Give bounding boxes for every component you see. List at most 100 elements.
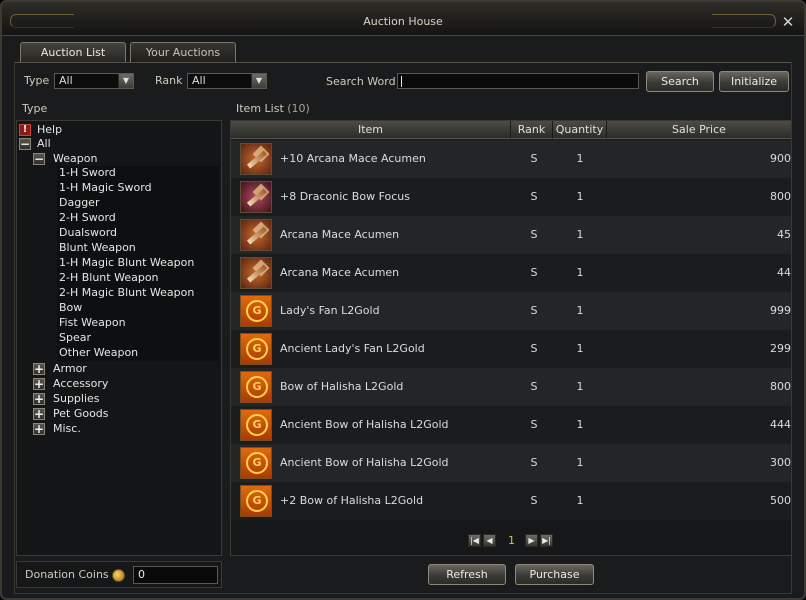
item-quantity: 1 [576, 152, 584, 165]
item-rank: S [530, 228, 538, 241]
item-row[interactable]: Arcana Mace Acumen S 1 45 [231, 216, 791, 254]
expand-icon[interactable]: + [33, 363, 45, 375]
item-price: 444 [770, 418, 791, 431]
column-header-rank[interactable]: Rank [511, 121, 553, 139]
chevron-down-icon[interactable]: ▼ [118, 74, 133, 88]
tree-leaf-row[interactable]: Dagger [57, 196, 219, 211]
expand-icon[interactable]: + [33, 408, 45, 420]
tree-leaf-row[interactable]: Blunt Weapon [57, 241, 219, 256]
item-row[interactable]: G Ancient Bow of Halisha L2Gold S 1 300 [231, 444, 791, 482]
item-quantity: 1 [576, 266, 584, 279]
item-row[interactable]: G +2 Bow of Halisha L2Gold S 1 500 [231, 482, 791, 520]
tree-item-misc[interactable]: Misc. [53, 422, 81, 436]
tree-leaf-label: Bow [59, 301, 83, 314]
tree-leaf-label: Fist Weapon [59, 316, 126, 329]
type-filter-select[interactable]: All ▼ [54, 73, 134, 89]
expand-icon[interactable]: + [33, 378, 45, 390]
tab-your-auctions[interactable]: Your Auctions [130, 42, 236, 62]
chevron-down-icon[interactable]: ▼ [251, 74, 266, 88]
l2gold-icon: G [240, 447, 272, 479]
current-page: 1 [508, 534, 515, 547]
expand-icon[interactable]: + [33, 423, 45, 435]
item-rank: S [530, 418, 538, 431]
tree-leaf-row[interactable]: 2-H Sword [57, 211, 219, 226]
item-quantity: 1 [576, 418, 584, 431]
help-icon[interactable]: ! [19, 124, 31, 136]
column-header-quantity[interactable]: Quantity [553, 121, 607, 139]
tree-leaf-row[interactable]: Spear [57, 331, 219, 346]
type-tree-panel: ! Help − All − Weapon 1-H Sword 1-H Magi… [16, 120, 222, 556]
search-button[interactable]: Search [646, 71, 714, 92]
tree-leaf-row[interactable]: Other Weapon [57, 346, 219, 361]
tree-item-accessory[interactable]: Accessory [53, 377, 108, 391]
refresh-button[interactable]: Refresh [428, 564, 506, 585]
initialize-button[interactable]: Initialize [719, 71, 789, 92]
item-row[interactable]: +10 Arcana Mace Acumen S 1 900 [231, 140, 791, 178]
tree-leaf-row[interactable]: 1-H Magic Sword [57, 181, 219, 196]
collapse-icon[interactable]: − [19, 138, 31, 150]
tree-leaf-row[interactable]: Bow [57, 301, 219, 316]
item-name: Arcana Mace Acumen [280, 266, 400, 279]
donation-coins-label: Donation Coins [25, 568, 109, 581]
item-row[interactable]: G Ancient Bow of Halisha L2Gold S 1 444 [231, 406, 791, 444]
item-price: 800 [770, 380, 791, 393]
tree-leaf-label: Blunt Weapon [59, 241, 136, 254]
column-header-item[interactable]: Item [231, 121, 511, 139]
tree-leaf-row[interactable]: 2-H Magic Blunt Weapon [57, 286, 219, 301]
item-row[interactable]: +8 Draconic Bow Focus S 1 800 [231, 178, 791, 216]
last-page-icon[interactable]: ▶| [540, 534, 553, 547]
item-name: Bow of Halisha L2Gold [280, 380, 404, 393]
purchase-button[interactable]: Purchase [515, 564, 594, 585]
item-rank: S [530, 380, 538, 393]
tree-item-help[interactable]: Help [37, 123, 62, 137]
item-row[interactable]: G Bow of Halisha L2Gold S 1 800 [231, 368, 791, 406]
item-list-count: (10) [287, 102, 310, 115]
tree-item-all[interactable]: All [37, 137, 51, 151]
title-bar[interactable]: Auction House ✕ [2, 2, 804, 36]
first-page-icon[interactable]: |◀ [468, 534, 481, 547]
item-quantity: 1 [576, 228, 584, 241]
donation-coins-field[interactable]: 0 [133, 566, 218, 584]
item-rank: S [530, 456, 538, 469]
prev-page-icon[interactable]: ◀ [483, 534, 496, 547]
tree-leaf-row[interactable]: Dualsword [57, 226, 219, 241]
tree-leaf-row[interactable]: 1-H Magic Blunt Weapon [57, 256, 219, 271]
search-input[interactable] [397, 73, 639, 89]
tree-leaf-label: 2-H Sword [59, 211, 116, 224]
next-page-icon[interactable]: ▶ [525, 534, 538, 547]
rank-filter-select[interactable]: All ▼ [187, 73, 267, 89]
expand-icon[interactable]: + [33, 393, 45, 405]
item-row[interactable]: Arcana Mace Acumen S 1 44 [231, 254, 791, 292]
item-price: 300 [770, 456, 791, 469]
tree-item-weapon[interactable]: Weapon [53, 152, 97, 166]
item-rank: S [530, 266, 538, 279]
tree-item-armor[interactable]: Armor [53, 362, 87, 376]
rank-filter-label: Rank [155, 74, 183, 87]
l2gold-icon: G [240, 371, 272, 403]
tree-item-pet-goods[interactable]: Pet Goods [53, 407, 109, 421]
tree-leaf-row[interactable]: Fist Weapon [57, 316, 219, 331]
auction-house-window: Auction House ✕ Auction List Your Auctio… [0, 0, 806, 600]
item-rank: S [530, 152, 538, 165]
close-icon[interactable]: ✕ [781, 15, 795, 30]
search-word-label: Search Word [326, 75, 396, 88]
l2gold-icon: G [240, 409, 272, 441]
item-price: 500 [770, 494, 791, 507]
item-row[interactable]: G Lady's Fan L2Gold S 1 999 [231, 292, 791, 330]
collapse-icon[interactable]: − [33, 153, 45, 165]
item-rank: S [530, 190, 538, 203]
tree-leaf-row[interactable]: 2-H Blunt Weapon [57, 271, 219, 286]
item-name: +10 Arcana Mace Acumen [280, 152, 426, 165]
tree-leaf-label: 2-H Magic Blunt Weapon [59, 286, 195, 299]
item-list-title: Item List (10) [236, 102, 310, 115]
mace-icon [240, 219, 272, 251]
tree-leaf-row[interactable]: 1-H Sword [57, 166, 219, 181]
item-price: 800 [770, 190, 791, 203]
type-filter-label: Type [24, 74, 50, 87]
tree-item-supplies[interactable]: Supplies [53, 392, 100, 406]
tab-auction-list[interactable]: Auction List [20, 42, 126, 62]
item-name: Lady's Fan L2Gold [280, 304, 380, 317]
item-row[interactable]: G Ancient Lady's Fan L2Gold S 1 299 [231, 330, 791, 368]
column-header-sale-price[interactable]: Sale Price [607, 121, 791, 139]
tree-leaf-label: Spear [59, 331, 91, 344]
